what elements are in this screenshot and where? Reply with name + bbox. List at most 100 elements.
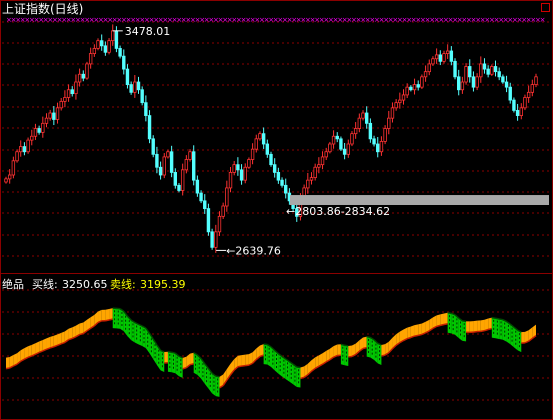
candle (346, 143, 350, 155)
ribbon-edge (340, 343, 345, 346)
candle (81, 73, 85, 79)
ribbon-rise (241, 354, 246, 367)
candle (221, 205, 225, 217)
candle (280, 179, 284, 186)
ribbon-rise (348, 345, 352, 357)
sell-line-label: 卖线: (110, 278, 136, 291)
candle (122, 55, 126, 70)
candle (423, 71, 428, 78)
ribbon-edge (344, 344, 349, 347)
candle (276, 172, 281, 181)
ribbon-edge (79, 332, 84, 336)
candle (486, 68, 490, 75)
indicator-name: 绝品 (2, 278, 24, 291)
candle (387, 117, 391, 129)
candle (350, 133, 354, 145)
candle (26, 139, 30, 153)
candle (324, 151, 328, 158)
candle (199, 192, 203, 202)
candle (479, 63, 483, 78)
ribbon-rise (79, 322, 84, 335)
candle (180, 169, 185, 191)
candle (331, 135, 336, 145)
candle (504, 81, 509, 88)
ribbon-edge (480, 329, 485, 333)
candle (490, 66, 494, 75)
candle (460, 81, 465, 91)
candle (166, 151, 170, 158)
candle (409, 86, 413, 91)
candle (85, 63, 89, 79)
candle (482, 63, 487, 70)
candle (512, 99, 516, 111)
ribbon-rise (473, 320, 478, 333)
ribbon-edge (189, 363, 194, 366)
ribbon-edge (105, 319, 110, 322)
candle (118, 48, 122, 57)
candle (66, 89, 71, 98)
ribbon-rise (488, 317, 492, 330)
candle (272, 164, 277, 173)
ribbon-rise (414, 324, 419, 337)
ribbon-rise (164, 351, 168, 364)
ribbon-rise (6, 356, 10, 369)
candle (468, 66, 472, 78)
candle (265, 143, 270, 155)
candle (125, 68, 130, 85)
ribbon-rise (190, 352, 194, 365)
candle (309, 177, 314, 181)
candle (320, 156, 325, 166)
candle (445, 50, 450, 54)
ribbon-rise (363, 336, 367, 349)
candle (412, 84, 417, 91)
candle (228, 172, 233, 189)
gap-band-rect (290, 195, 549, 206)
candle (33, 128, 38, 137)
candle (427, 63, 431, 73)
ribbon-edge (440, 323, 445, 327)
buy-line-label: 买线: (32, 278, 58, 291)
candle (328, 143, 332, 153)
ribbon-edge (237, 365, 242, 368)
candle (129, 84, 133, 93)
candle (11, 160, 16, 176)
candle (151, 138, 155, 155)
candle (192, 151, 196, 181)
candle (258, 133, 262, 140)
candle (243, 166, 247, 181)
candle (236, 164, 240, 171)
ribbon-rise (436, 314, 441, 327)
ribbon-rise (407, 326, 411, 339)
candle (515, 110, 520, 116)
candle (92, 48, 97, 54)
candle (114, 30, 119, 49)
candle (225, 187, 229, 207)
candle (4, 178, 8, 183)
gap-band (290, 195, 549, 206)
ribbon-edge (491, 316, 496, 320)
ribbon-rise (466, 321, 470, 333)
ribbon-edge (171, 351, 176, 354)
ribbon-rise (418, 323, 422, 336)
candle (214, 231, 218, 248)
ribbon-edge (495, 317, 500, 320)
candle (471, 76, 476, 88)
candle (173, 172, 178, 186)
close-icon[interactable] (541, 3, 550, 12)
candle (48, 112, 52, 119)
candle (457, 76, 461, 91)
candle (431, 58, 435, 65)
candle (19, 146, 23, 153)
ribbon-edge (436, 324, 441, 328)
ribbon-edge (366, 335, 371, 339)
candle (449, 50, 454, 62)
candle (368, 122, 373, 140)
candle (195, 179, 200, 194)
candle (133, 81, 137, 93)
ribbon-rise (300, 366, 305, 379)
ribbon-edge (362, 346, 367, 350)
candle (254, 138, 258, 150)
candle (317, 164, 321, 168)
candle (405, 86, 409, 96)
candle (30, 135, 34, 141)
